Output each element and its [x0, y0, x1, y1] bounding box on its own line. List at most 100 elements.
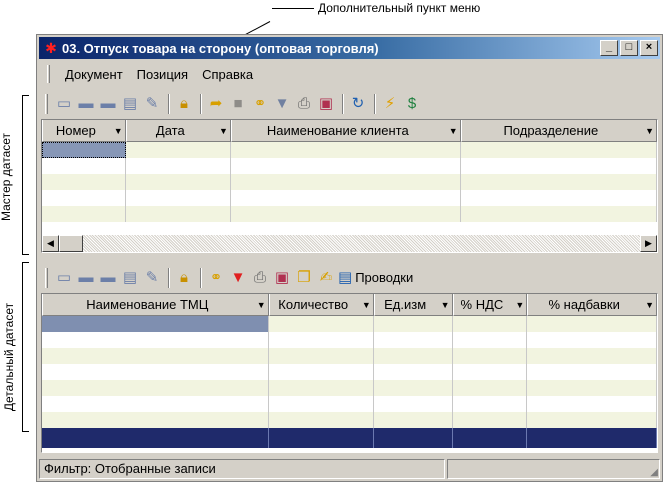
table-cell[interactable]	[42, 364, 269, 380]
filter-icon[interactable]: ▼	[228, 268, 248, 288]
title-bar[interactable]: ✱ 03. Отпуск товара на сторону (оптовая …	[39, 37, 660, 59]
report-icon[interactable]: ▣	[316, 94, 336, 114]
table-cell[interactable]	[269, 380, 375, 396]
table-cell[interactable]	[453, 348, 528, 364]
table-cell[interactable]	[231, 142, 461, 158]
menu-grip[interactable]	[47, 65, 50, 83]
filter-icon[interactable]: ▼	[272, 94, 292, 114]
menu-help[interactable]: Справка	[195, 67, 260, 82]
table-cell[interactable]	[42, 174, 126, 190]
column-header-vat[interactable]: % НДС ▼	[452, 294, 528, 316]
table-cell[interactable]	[126, 142, 231, 158]
lock-icon[interactable]: 🔒︎	[174, 268, 194, 288]
table-row[interactable]	[42, 174, 657, 190]
chevron-down-icon[interactable]: ▼	[515, 300, 524, 310]
table-row[interactable]	[42, 364, 657, 380]
table-cell[interactable]	[374, 332, 453, 348]
column-header-department[interactable]: Подразделение ▼	[460, 120, 657, 142]
table-cell[interactable]	[42, 412, 269, 428]
table-cell[interactable]	[527, 412, 657, 428]
postings-button[interactable]: ▤ Проводки	[338, 268, 417, 288]
column-header-quantity[interactable]: Количество ▼	[268, 294, 374, 316]
table-cell[interactable]	[42, 396, 269, 412]
detail-grid[interactable]: Наименование ТМЦ ▼ Количество ▼ Ед.изм ▼ % …	[41, 293, 658, 453]
table-cell[interactable]	[42, 206, 126, 222]
table-row[interactable]	[42, 190, 657, 206]
scroll-track[interactable]	[83, 235, 640, 252]
table-cell[interactable]	[126, 206, 231, 222]
table-cell[interactable]	[374, 412, 453, 428]
table-cell[interactable]	[42, 158, 126, 174]
folder-edit-icon[interactable]: ▬	[98, 268, 118, 288]
table-cell[interactable]	[374, 316, 453, 332]
column-header-markup[interactable]: % надбавки ▼	[527, 294, 657, 316]
folder-icon[interactable]: ▭	[54, 94, 74, 114]
folder-check-icon[interactable]: ✎	[142, 94, 162, 114]
table-cell[interactable]	[461, 190, 657, 206]
table-row[interactable]	[42, 348, 657, 364]
table-cell[interactable]	[126, 174, 231, 190]
chevron-down-icon[interactable]: ▼	[645, 300, 654, 310]
table-cell[interactable]	[42, 380, 269, 396]
table-cell[interactable]	[231, 158, 461, 174]
table-cell[interactable]	[269, 364, 375, 380]
refresh-icon[interactable]: ↻	[348, 94, 368, 114]
toolbar-grip[interactable]	[45, 94, 48, 114]
scroll-thumb[interactable]	[59, 235, 83, 252]
chevron-down-icon[interactable]: ▼	[257, 300, 266, 310]
scroll-right-icon[interactable]: ▶	[640, 235, 657, 252]
table-cell[interactable]	[42, 348, 269, 364]
table-cell[interactable]	[231, 190, 461, 206]
table-cell[interactable]	[461, 158, 657, 174]
table-cell[interactable]	[527, 396, 657, 412]
table-cell[interactable]	[461, 174, 657, 190]
table-row[interactable]	[42, 158, 657, 174]
table-cell[interactable]	[527, 316, 657, 332]
table-row[interactable]	[42, 396, 657, 412]
table-cell[interactable]	[374, 348, 453, 364]
find-icon[interactable]: ⚭	[250, 94, 270, 114]
table-cell[interactable]	[374, 364, 453, 380]
master-grid[interactable]: Номер ▼ Дата ▼ Наименование клиента ▼ Подра…	[41, 119, 658, 253]
chevron-down-icon[interactable]: ▼	[449, 126, 458, 136]
lightning-icon[interactable]: ⚡︎	[380, 94, 400, 114]
column-header-number[interactable]: Номер ▼	[42, 120, 126, 142]
minimize-button[interactable]: _	[600, 40, 618, 56]
table-row[interactable]	[42, 332, 657, 348]
table-cell[interactable]	[453, 396, 528, 412]
table-cell[interactable]	[42, 142, 126, 158]
chevron-down-icon[interactable]: ▼	[362, 300, 371, 310]
table-cell[interactable]	[453, 316, 528, 332]
table-cell[interactable]	[453, 332, 528, 348]
menu-document[interactable]: Документ	[58, 67, 130, 82]
folder-edit-icon[interactable]: ▬	[98, 94, 118, 114]
folder-check-icon[interactable]: ✎	[142, 268, 162, 288]
table-cell[interactable]	[42, 190, 126, 206]
table-cell[interactable]	[461, 206, 657, 222]
resize-grip-icon[interactable]: ◢	[650, 467, 658, 478]
table-cell[interactable]	[374, 380, 453, 396]
table-cell[interactable]	[527, 380, 657, 396]
table-row[interactable]	[42, 206, 657, 222]
table-cell[interactable]	[231, 206, 461, 222]
table-cell[interactable]	[527, 364, 657, 380]
column-header-unit[interactable]: Ед.изм ▼	[373, 294, 453, 316]
money-icon[interactable]: $	[402, 94, 422, 114]
find-icon[interactable]: ⚭	[206, 268, 226, 288]
toolbar-grip[interactable]	[45, 268, 48, 288]
table-cell[interactable]	[42, 332, 269, 348]
table-cell[interactable]	[453, 364, 528, 380]
folder-add-icon[interactable]: ▬	[76, 94, 96, 114]
scroll-left-icon[interactable]: ◀	[42, 235, 59, 252]
table-cell[interactable]	[374, 396, 453, 412]
print-icon[interactable]: ⎙	[294, 94, 314, 114]
lock-icon[interactable]: 🔒︎	[174, 94, 194, 114]
folder-add-icon[interactable]: ▬	[76, 268, 96, 288]
table-cell[interactable]	[269, 332, 375, 348]
table-cell[interactable]	[269, 348, 375, 364]
table-cell[interactable]	[461, 142, 657, 158]
column-header-item-name[interactable]: Наименование ТМЦ ▼	[42, 294, 269, 316]
column-header-date[interactable]: Дата ▼	[125, 120, 231, 142]
chevron-down-icon[interactable]: ▼	[441, 300, 450, 310]
folder-icon[interactable]: ▭	[54, 268, 74, 288]
